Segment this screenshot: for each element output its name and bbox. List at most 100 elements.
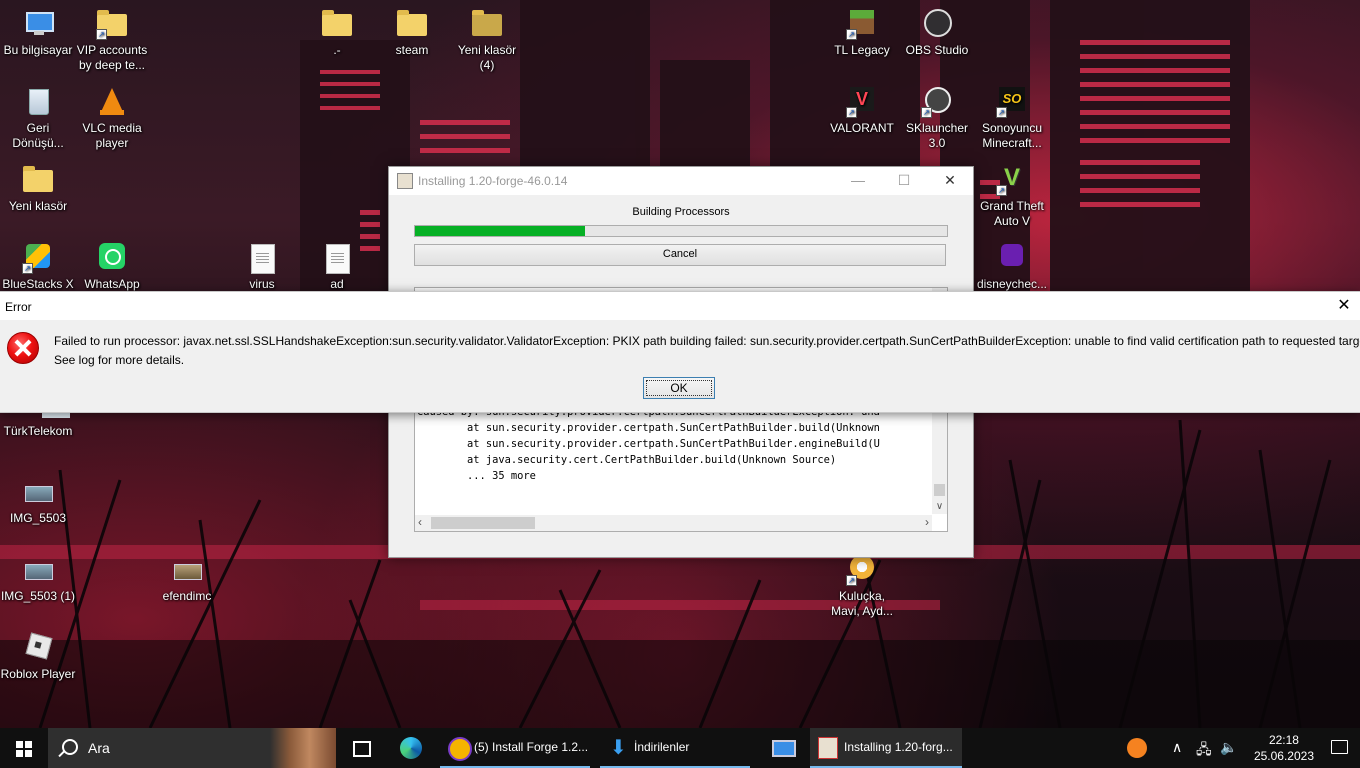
taskbar-search-box[interactable]: Ara	[48, 728, 336, 768]
desktop-icon-sonoyuncu[interactable]: SO ↗ Sonoyuncu Minecraft...	[974, 86, 1050, 151]
image-icon	[22, 476, 54, 508]
desktop-icon-yeni-klasor[interactable]: Yeni klasör	[0, 164, 76, 214]
desktop-icon-valorant[interactable]: V ↗ VALORANT	[824, 86, 900, 136]
desktop-icon-disneychecker[interactable]: disneychec...	[974, 242, 1050, 292]
error-message: Failed to run processor: javax.net.ssl.S…	[54, 334, 1360, 348]
text-file-icon	[246, 242, 278, 274]
error-dialog-title: Error	[5, 300, 32, 314]
scroll-left-arrow-icon[interactable]: ‹	[418, 515, 422, 529]
desktop-icon-gta-v[interactable]: V ↗ Grand Theft Auto V	[974, 164, 1050, 229]
desktop-icon-whatsapp[interactable]: WhatsApp	[74, 242, 150, 292]
clock-date: 25.06.2023	[1253, 749, 1314, 763]
desktop-icon-img-5503[interactable]: IMG_5503	[0, 476, 76, 526]
error-message-hint: See log for more details.	[54, 353, 185, 367]
log-line: ... 35 more	[417, 470, 536, 482]
sonoyuncu-icon: SO ↗	[996, 86, 1028, 118]
gta-icon: V ↗	[996, 164, 1028, 196]
desktop-icon-steam[interactable]: steam	[374, 8, 450, 58]
desktop-icon-vip-accounts[interactable]: ↗ VIP accounts by deep te...	[74, 8, 150, 73]
progress-fill	[415, 226, 586, 236]
desktop-icon-obs-studio[interactable]: OBS Studio	[899, 8, 975, 58]
obs-icon	[921, 8, 953, 40]
taskbar-item-label: Installing 1.20-forg...	[844, 740, 953, 754]
desktop-icon-bluestacks[interactable]: ↗ BlueStacks X	[0, 242, 76, 292]
image-icon	[171, 554, 203, 586]
pc-icon	[772, 740, 796, 757]
desktop-icon-kulucka[interactable]: ↗ Kuluçka, Mavi, Ayd...	[824, 554, 900, 619]
close-button[interactable]: ✕	[935, 170, 965, 192]
bluestacks-icon: ↗	[22, 242, 54, 274]
download-folder-icon: ⬇	[610, 737, 627, 759]
horizontal-scroll-thumb[interactable]	[431, 517, 535, 529]
volume-icon[interactable]: 🔈	[1220, 739, 1237, 756]
taskbar-item-downloads[interactable]: ⬇ İndirilenler	[600, 728, 750, 768]
search-highlight-art	[270, 728, 336, 768]
taskbar-item-label: İndirilenler	[634, 740, 690, 754]
taskbar-edge[interactable]	[392, 728, 432, 768]
error-icon	[7, 332, 39, 364]
folder-icon	[396, 8, 428, 40]
log-text: Caused by: sun.security.provider.certpat…	[417, 404, 880, 484]
start-button[interactable]	[0, 728, 48, 768]
recycle-bin-icon	[22, 86, 54, 118]
taskbar-item-pc[interactable]	[760, 728, 808, 768]
search-placeholder: Ara	[88, 740, 110, 756]
error-dialog-titlebar[interactable]: Error ✕	[0, 292, 1360, 320]
whatsapp-icon	[96, 242, 128, 274]
chevron-up-icon[interactable]: ∧	[1172, 739, 1182, 756]
desktop-icon-virus[interactable]: virus	[224, 242, 300, 292]
java-icon	[818, 737, 838, 759]
text-file-icon	[321, 242, 353, 274]
task-view-icon	[353, 741, 371, 757]
log-line: at java.security.cert.CertPathBuilder.bu…	[417, 454, 837, 466]
log-horizontal-scrollbar[interactable]: ‹ ›	[415, 515, 932, 531]
desktop-icon-bu-bilgisayar[interactable]: Bu bilgisayar	[0, 8, 76, 58]
taskbar-item-label: (5) Install Forge 1.2...	[474, 740, 589, 754]
minimize-button[interactable]: —	[843, 170, 873, 192]
folder-icon	[22, 164, 54, 196]
image-icon	[22, 554, 54, 586]
desktop-icon-ad[interactable]: ad	[299, 242, 375, 292]
system-clock[interactable]: 22:18 25.06.2023	[1254, 732, 1314, 764]
error-dialog: Error ✕ Failed to run processor: javax.n…	[0, 291, 1360, 413]
installer-status-text: Building Processors	[632, 206, 730, 218]
install-progress-bar	[414, 225, 948, 237]
error-close-button[interactable]: ✕	[1332, 296, 1356, 316]
desktop-icon-vlc[interactable]: VLC media player	[74, 86, 150, 151]
taskbar: Ara (5) Install Forge 1.2... ⬇ İndirilen…	[0, 728, 1360, 768]
desktop-icon-efendimc[interactable]: efendimc	[149, 554, 225, 604]
desktop-icon-sklauncher[interactable]: ↗ SKlauncher 3.0	[899, 86, 975, 151]
folder-icon	[471, 8, 503, 40]
tray-app-button[interactable]	[1124, 728, 1150, 768]
cancel-button[interactable]: Cancel	[414, 244, 946, 266]
desktop-icon-img-5503-1[interactable]: IMG_5503 (1)	[0, 554, 76, 604]
roblox-icon	[22, 632, 54, 664]
desktop-icon-tl-legacy[interactable]: ↗ TL Legacy	[824, 8, 900, 58]
taskbar-item-installer[interactable]: Installing 1.20-forg...	[810, 728, 962, 768]
forge-window-titlebar[interactable]: Installing 1.20-forge-46.0.14 — ☐ ✕	[389, 167, 973, 195]
windows-logo-icon	[16, 741, 32, 757]
desktop-icon-dot-dash[interactable]: .-	[299, 8, 375, 58]
disney-icon	[996, 242, 1028, 274]
kulucka-icon: ↗	[846, 554, 878, 586]
log-line: at sun.security.provider.certpath.SunCer…	[417, 438, 880, 450]
minecraft-icon: ↗	[846, 8, 878, 40]
ok-button[interactable]: OK	[643, 377, 715, 399]
vertical-scroll-thumb[interactable]	[934, 484, 945, 496]
pc-icon	[22, 8, 54, 40]
forge-window-title: Installing 1.20-forge-46.0.14	[418, 174, 568, 188]
scroll-right-arrow-icon[interactable]: ›	[925, 515, 929, 529]
desktop-icon-roblox[interactable]: Roblox Player	[0, 632, 76, 682]
search-icon	[62, 739, 78, 755]
vlc-icon	[96, 86, 128, 118]
maximize-button[interactable]: ☐	[889, 170, 919, 192]
network-icon[interactable]: 🖧	[1196, 739, 1212, 763]
taskbar-item-browser[interactable]: (5) Install Forge 1.2...	[440, 728, 590, 768]
notification-icon[interactable]	[1331, 740, 1348, 754]
log-line: at sun.security.provider.certpath.SunCer…	[417, 422, 880, 434]
desktop-icon-yeni-klasor-4[interactable]: Yeni klasör (4)	[449, 8, 525, 73]
scroll-down-arrow-icon[interactable]: ∨	[932, 501, 947, 512]
task-view-button[interactable]	[345, 728, 377, 768]
valorant-icon: V ↗	[846, 86, 878, 118]
desktop-icon-geri-donusum[interactable]: Geri Dönüşü...	[0, 86, 76, 151]
